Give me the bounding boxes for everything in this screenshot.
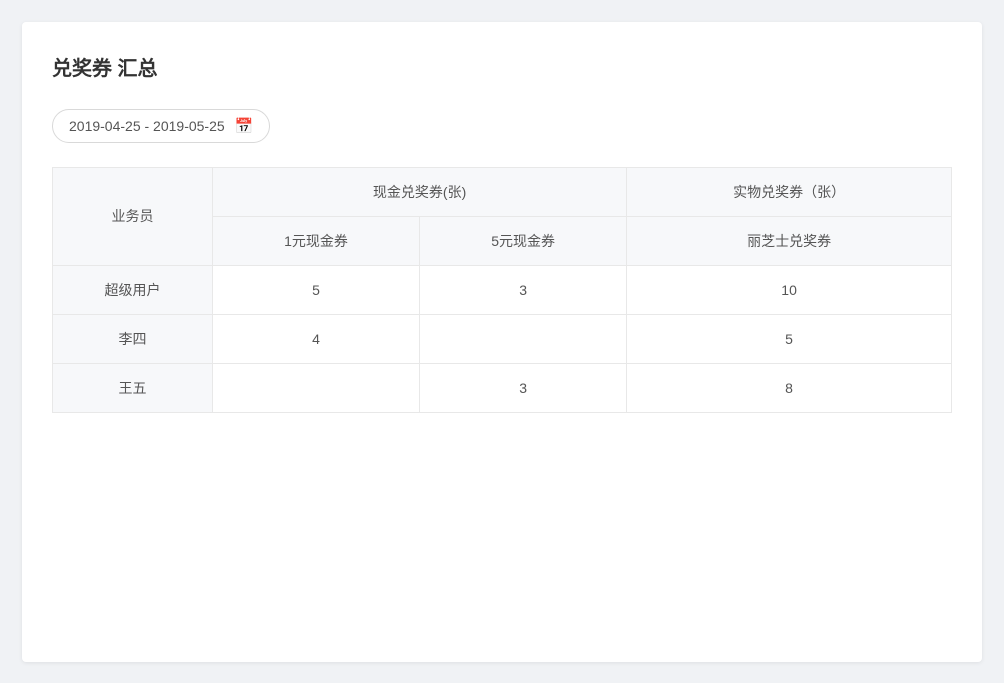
cell-lizhi: 8: [627, 363, 952, 412]
date-picker[interactable]: 2019-04-25 - 2019-05-25 📅: [52, 109, 270, 143]
date-picker-wrapper: 2019-04-25 - 2019-05-25 📅: [52, 109, 952, 143]
date-range-text: 2019-04-25 - 2019-05-25: [69, 118, 225, 134]
th-cash-coupon-group: 现金兑奖券(张): [213, 167, 627, 216]
cell-5yuan: 3: [420, 363, 627, 412]
cell-5yuan: 3: [420, 265, 627, 314]
cell-1yuan: [213, 363, 420, 412]
th-physical-coupon-group: 实物兑奖券（张）: [627, 167, 952, 216]
cell-1yuan: 4: [213, 314, 420, 363]
page-title: 兑奖券 汇总: [52, 52, 952, 81]
cell-1yuan: 5: [213, 265, 420, 314]
cell-agent: 李四: [53, 314, 213, 363]
th-5yuan: 5元现金券: [420, 216, 627, 265]
cell-agent: 王五: [53, 363, 213, 412]
table-row: 王五 38: [53, 363, 952, 412]
th-lizhi: 丽芝士兑奖券: [627, 216, 952, 265]
summary-table: 业务员 现金兑奖券(张) 实物兑奖券（张） 1元现金券 5元现金券 丽芝士兑奖券…: [52, 167, 952, 413]
table-row: 李四4 5: [53, 314, 952, 363]
table-row: 超级用户5310: [53, 265, 952, 314]
cell-5yuan: [420, 314, 627, 363]
cell-lizhi: 10: [627, 265, 952, 314]
th-1yuan: 1元现金券: [213, 216, 420, 265]
th-agent: 业务员: [53, 167, 213, 265]
main-card: 兑奖券 汇总 2019-04-25 - 2019-05-25 📅 业务员 现金兑…: [22, 22, 982, 662]
cell-lizhi: 5: [627, 314, 952, 363]
calendar-icon: 📅: [235, 117, 254, 135]
cell-agent: 超级用户: [53, 265, 213, 314]
